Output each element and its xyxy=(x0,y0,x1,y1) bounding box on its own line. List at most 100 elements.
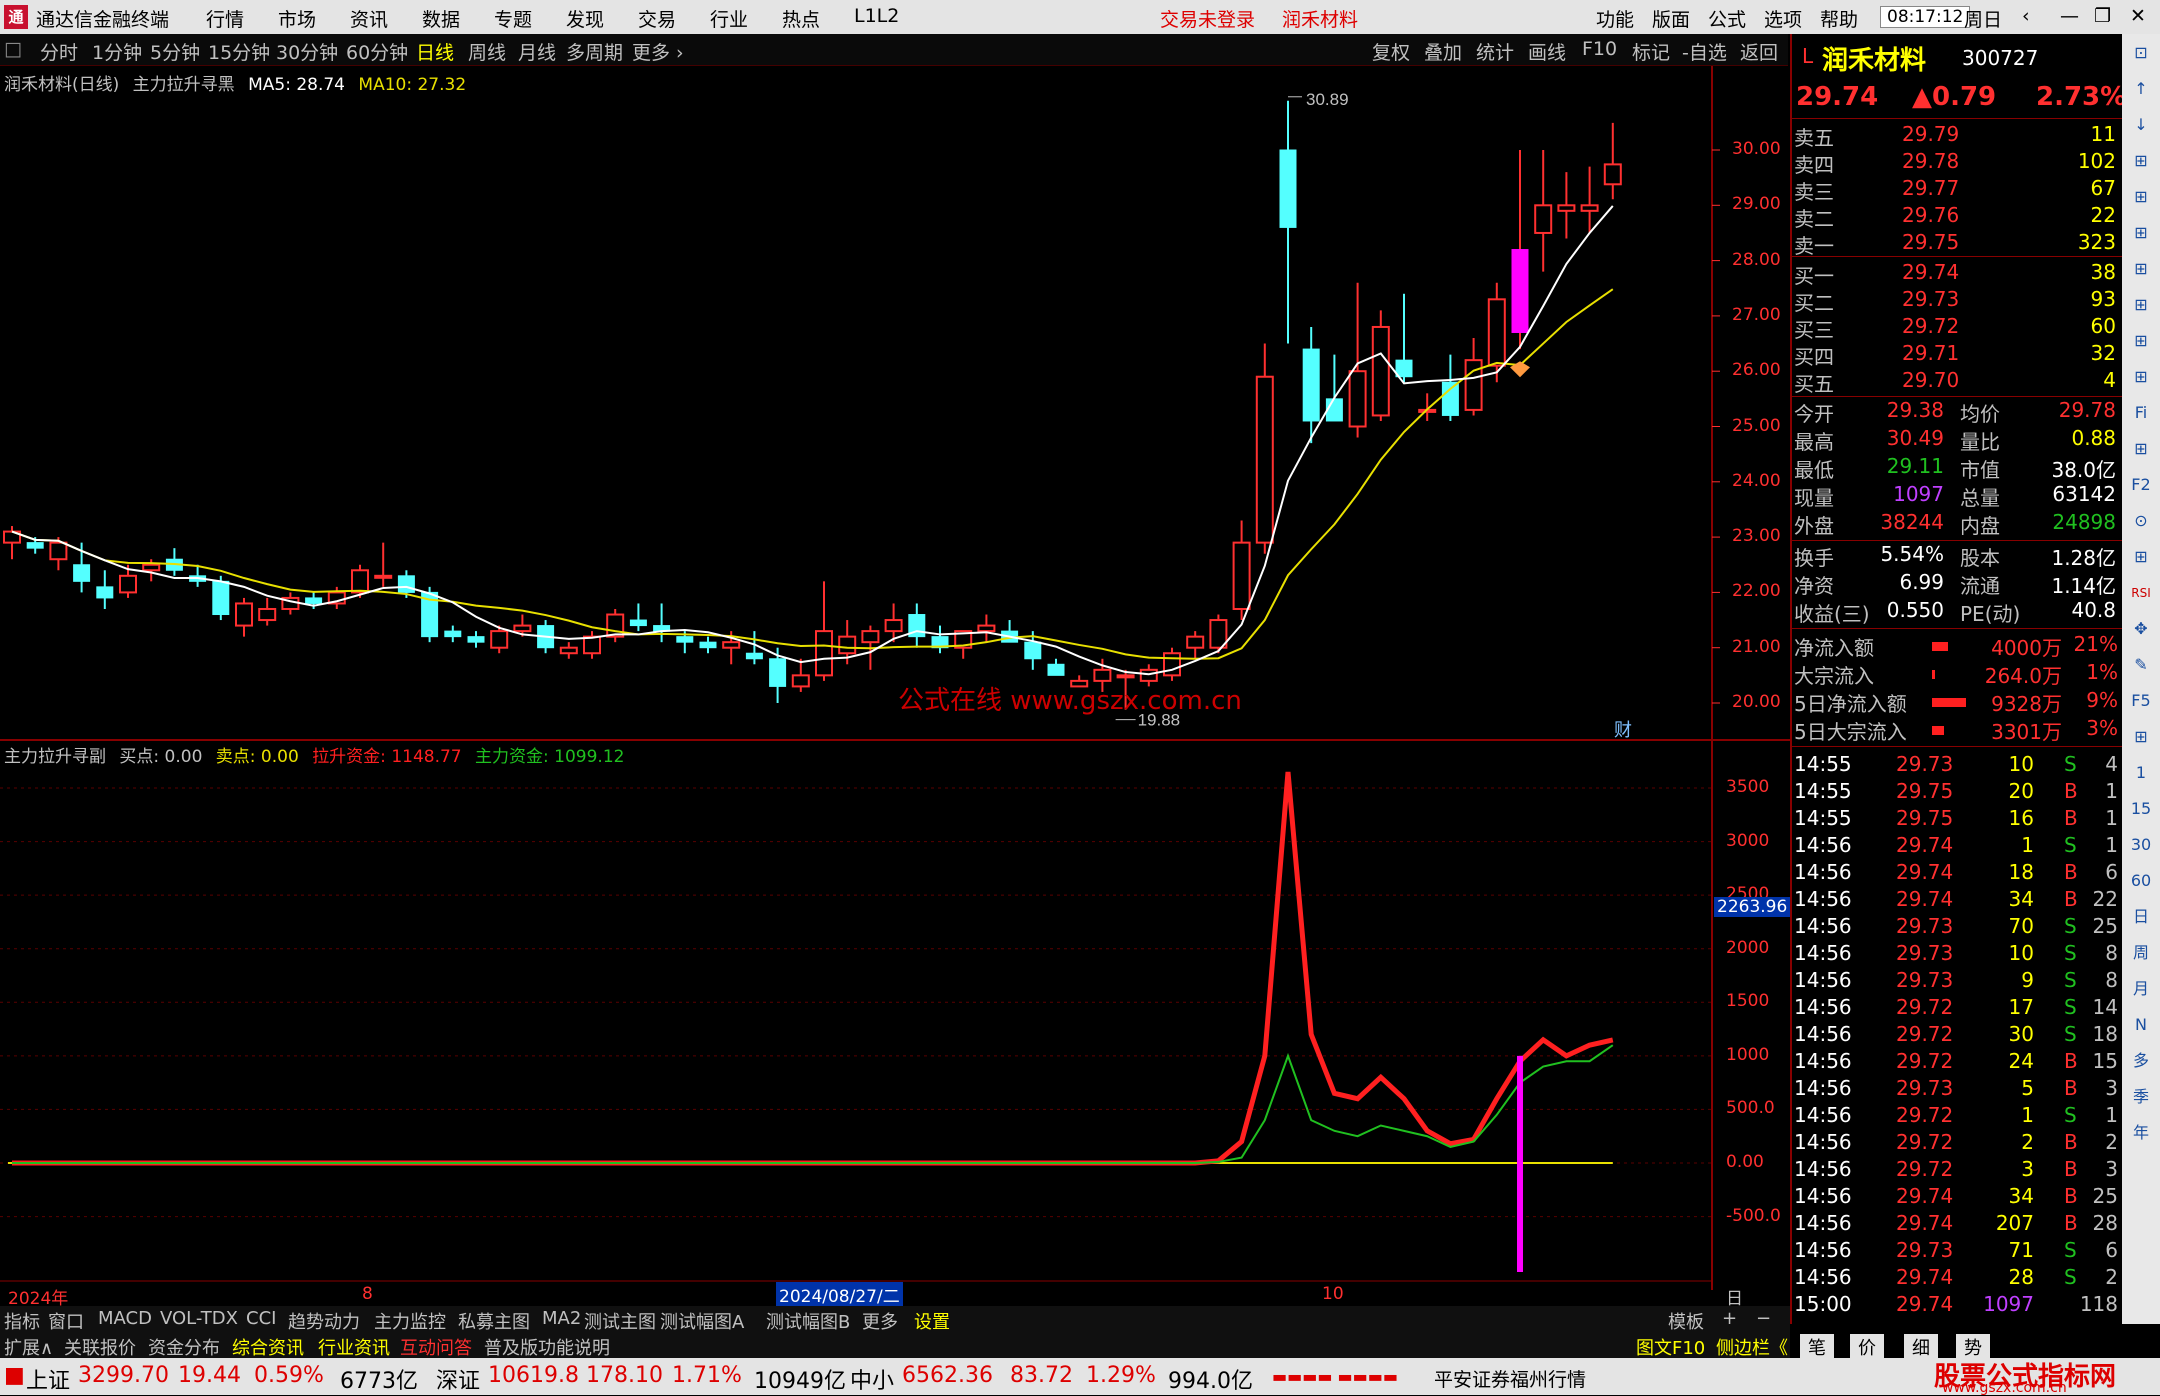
extension-tab[interactable]: 价 xyxy=(1850,1334,1884,1360)
bid-row[interactable]: 买三 29.72 60 xyxy=(1792,314,2122,342)
btn-restore-rights[interactable]: 复权 xyxy=(1372,38,1410,65)
ask-row[interactable]: 卖一 29.75 323 xyxy=(1792,230,2122,258)
period-tab-multi[interactable]: 多周期 xyxy=(566,38,623,65)
period-tab-intraday[interactable]: 分时 xyxy=(40,38,78,65)
chart-area[interactable]: 30.8919.88 xyxy=(0,66,1790,1306)
trade-login-status[interactable]: 交易未登录 xyxy=(1160,5,1255,32)
right-tool-button[interactable]: 季 xyxy=(2126,1084,2156,1110)
flow-row[interactable]: 5日大宗流入 3301万 3% xyxy=(1792,716,2122,744)
menu-function[interactable]: 功能 xyxy=(1596,5,1634,32)
indicator-tab[interactable]: 设置 xyxy=(914,1308,950,1334)
period-tab-60m[interactable]: 60分钟 xyxy=(346,38,408,65)
menu-options[interactable]: 选项 xyxy=(1764,5,1802,32)
right-tool-button[interactable]: ⊞ xyxy=(2126,436,2156,462)
stat-row[interactable]: 现量 1097 总量 63142 xyxy=(1792,482,2122,510)
broker-name[interactable]: 平安证券福州行情 xyxy=(1434,1365,1586,1392)
right-tool-button[interactable]: 日 xyxy=(2126,904,2156,930)
bid-row[interactable]: 买二 29.73 93 xyxy=(1792,287,2122,315)
indicator-tab[interactable]: 私募主图 xyxy=(458,1308,530,1334)
extension-tab[interactable]: 行业资讯 xyxy=(318,1334,390,1360)
period-tab-15m[interactable]: 15分钟 xyxy=(208,38,270,65)
extension-tab[interactable]: 普及版功能说明 xyxy=(484,1334,610,1360)
right-tool-button[interactable]: 1 xyxy=(2126,760,2156,786)
btn-f10[interactable]: F10 xyxy=(1582,38,1617,60)
tick-row[interactable]: 14:56 29.73 10 S 8 xyxy=(1792,941,2122,968)
menu-quotes[interactable]: 行情 xyxy=(206,5,244,32)
tick-row[interactable]: 14:56 29.74 34 B 25 xyxy=(1792,1184,2122,1211)
menu-help[interactable]: 帮助 xyxy=(1820,5,1858,32)
right-tool-button[interactable]: 月 xyxy=(2126,976,2156,1002)
period-tab-30m[interactable]: 30分钟 xyxy=(276,38,338,65)
tick-row[interactable]: 14:55 29.75 20 B 1 xyxy=(1792,779,2122,806)
finance-badge[interactable]: 财 xyxy=(1614,716,1632,742)
tick-row[interactable]: 14:56 29.74 18 B 6 xyxy=(1792,860,2122,887)
right-tool-button[interactable]: F5 xyxy=(2126,688,2156,714)
menu-market[interactable]: 市场 xyxy=(278,5,316,32)
bid-row[interactable]: 买五 29.70 4 xyxy=(1792,368,2122,396)
right-tool-button[interactable]: ⊞ xyxy=(2126,184,2156,210)
right-tool-button[interactable]: ↑ xyxy=(2126,76,2156,102)
btn-draw[interactable]: 画线 xyxy=(1528,38,1566,65)
back-icon[interactable]: ‹ xyxy=(2022,5,2030,27)
btn-stats[interactable]: 统计 xyxy=(1476,38,1514,65)
right-tool-button[interactable]: 年 xyxy=(2126,1120,2156,1146)
tick-row[interactable]: 14:56 29.74 28 S 2 xyxy=(1792,1265,2122,1292)
indicator-tab[interactable]: MA2 xyxy=(542,1308,581,1329)
menu-industry[interactable]: 行业 xyxy=(710,5,748,32)
right-tool-button[interactable]: 周 xyxy=(2126,940,2156,966)
menu-news[interactable]: 资讯 xyxy=(350,5,388,32)
tick-row[interactable]: 14:56 29.72 30 S 18 xyxy=(1792,1022,2122,1049)
period-tab-more[interactable]: 更多 › xyxy=(632,38,684,65)
menu-formula[interactable]: 公式 xyxy=(1708,5,1746,32)
indicator-tab[interactable]: 指标 xyxy=(4,1308,40,1334)
indicator-tab[interactable]: 趋势动力 xyxy=(288,1308,360,1334)
flow-row[interactable]: 大宗流入 264.0万 1% xyxy=(1792,660,2122,688)
period-tab-daily[interactable]: 日线 xyxy=(416,38,454,65)
right-tool-button[interactable]: ⊞ xyxy=(2126,544,2156,570)
ask-row[interactable]: 卖四 29.78 102 xyxy=(1792,149,2122,177)
menu-data[interactable]: 数据 xyxy=(422,5,460,32)
ask-row[interactable]: 卖五 29.79 11 xyxy=(1792,122,2122,150)
right-tool-button[interactable]: 15 xyxy=(2126,796,2156,822)
tick-row[interactable]: 14:55 29.75 16 B 1 xyxy=(1792,806,2122,833)
right-tool-button[interactable]: Fi xyxy=(2126,400,2156,426)
right-tool-button[interactable]: 60 xyxy=(2126,868,2156,894)
tick-row[interactable]: 14:56 29.72 2 B 2 xyxy=(1792,1130,2122,1157)
restore-icon[interactable]: ❐ xyxy=(2094,5,2111,27)
right-tool-button[interactable]: N xyxy=(2126,1012,2156,1038)
indicator-tab[interactable]: 窗口 xyxy=(48,1308,84,1334)
extension-tab[interactable]: 互动问答 xyxy=(400,1334,472,1360)
bid-row[interactable]: 买一 29.74 38 xyxy=(1792,260,2122,288)
menu-hot[interactable]: 热点 xyxy=(782,5,820,32)
flow-row[interactable]: 净流入额 4000万 21% xyxy=(1792,632,2122,660)
bid-row[interactable]: 买四 29.71 32 xyxy=(1792,341,2122,369)
minimize-icon[interactable]: — xyxy=(2060,5,2079,27)
extension-tab[interactable]: 资金分布 xyxy=(148,1334,220,1360)
menu-layout[interactable]: 版面 xyxy=(1652,5,1690,32)
indicator-tab[interactable]: 测试主图 xyxy=(584,1308,656,1334)
panel-toggle-icon[interactable]: □ xyxy=(4,38,22,60)
indicator-tab[interactable]: + xyxy=(1722,1308,1737,1329)
fin-row[interactable]: 收益(三) 0.550 PE(动) 40.8 xyxy=(1792,598,2122,626)
menu-topics[interactable]: 专题 xyxy=(494,5,532,32)
right-tool-button[interactable]: RSI xyxy=(2126,580,2156,606)
btn-mark[interactable]: 标记 xyxy=(1632,38,1670,65)
right-tool-button[interactable]: ⊡ xyxy=(2126,40,2156,66)
extension-tab[interactable]: 细 xyxy=(1904,1334,1938,1360)
indicator-tab[interactable]: 模板 xyxy=(1668,1308,1704,1334)
tick-row[interactable]: 15:00 29.74 1097 118 xyxy=(1792,1292,2122,1319)
extension-tab[interactable]: 侧边栏《 xyxy=(1716,1334,1788,1360)
right-tool-button[interactable]: ✎ xyxy=(2126,652,2156,678)
extension-tab[interactable]: 综合资讯 xyxy=(232,1334,304,1360)
period-tab-1m[interactable]: 1分钟 xyxy=(92,38,142,65)
indicator-tab[interactable]: 测试幅图B xyxy=(766,1308,850,1334)
menu-discover[interactable]: 发现 xyxy=(566,5,604,32)
indicator-tab[interactable]: 主力监控 xyxy=(374,1308,446,1334)
tick-row[interactable]: 14:56 29.72 24 B 15 xyxy=(1792,1049,2122,1076)
tick-row[interactable]: 14:56 29.73 9 S 8 xyxy=(1792,968,2122,995)
tick-row[interactable]: 14:56 29.74 207 B 28 xyxy=(1792,1211,2122,1238)
tick-row[interactable]: 14:55 29.73 10 S 4 xyxy=(1792,752,2122,779)
period-tab-monthly[interactable]: 月线 xyxy=(518,38,556,65)
tick-row[interactable]: 14:56 29.72 1 S 1 xyxy=(1792,1103,2122,1130)
right-tool-button[interactable]: 30 xyxy=(2126,832,2156,858)
